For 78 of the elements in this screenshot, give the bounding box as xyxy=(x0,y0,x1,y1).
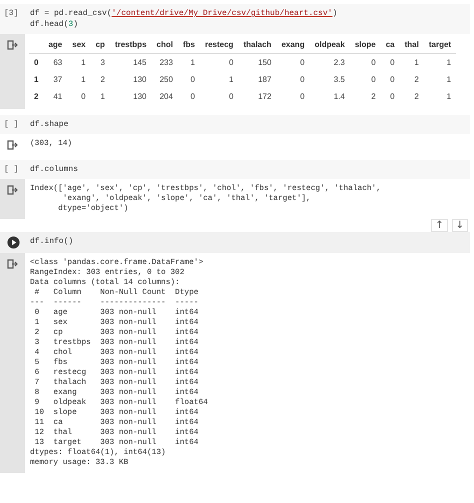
table-cell-text: 0 xyxy=(299,74,306,86)
code-cell[interactable]: [3] df = pd.read_csv('/content/drive/My Drive/csv/github/heart.csv') df.head(3) xyxy=(0,4,470,34)
table-cell-text: 2 xyxy=(413,91,420,103)
output-icon xyxy=(7,40,18,50)
execution-count: [ ] xyxy=(4,164,18,175)
table-cell: 1 xyxy=(178,54,200,71)
row-index: 1 xyxy=(33,74,40,86)
table-cell: 233 xyxy=(152,54,178,71)
table-cell: 3 xyxy=(90,54,110,71)
output-icon xyxy=(7,259,18,269)
table-cell: 2.3 xyxy=(310,54,350,71)
code-cell[interactable]: [ ] df.shape xyxy=(0,115,470,134)
code-line: df.columns xyxy=(30,164,78,175)
table-cell-text: 172 xyxy=(257,91,272,103)
run-button[interactable] xyxy=(7,236,20,249)
column-header: chol xyxy=(152,36,178,54)
code-line: df.info() xyxy=(30,236,74,247)
column-header: thal xyxy=(400,36,424,54)
column-header: exang xyxy=(276,36,310,54)
table-cell-text: 130 xyxy=(132,74,148,86)
table-cell-text: 0 xyxy=(190,91,196,103)
table-cell-text: 0 xyxy=(80,91,87,103)
table-cell: 63 xyxy=(43,54,68,71)
move-cell-button[interactable]: ↓ xyxy=(452,219,468,232)
table-cell-text: 130 xyxy=(132,91,148,103)
table-cell: 1 xyxy=(424,54,456,71)
column-header: cp xyxy=(90,36,110,54)
code-cell[interactable]: [ ] df.columns xyxy=(0,160,470,179)
table-cell: 0 xyxy=(276,54,310,71)
table-cell-text: 3.5 xyxy=(332,74,346,86)
table-cell-text: 2 xyxy=(100,74,106,86)
table-cell-text: 41 xyxy=(52,91,64,103)
row-index: 0 xyxy=(29,54,44,71)
table-cell: 0 xyxy=(380,54,400,71)
table-cell-text: 1 xyxy=(446,74,452,86)
table-cell-text: 1 xyxy=(80,74,87,86)
table-cell-text: 0 xyxy=(389,91,396,103)
table-cell-text: 1.4 xyxy=(332,91,346,103)
column-header: sex xyxy=(67,36,91,54)
table-cell-text: 1 xyxy=(100,91,106,103)
output-icon xyxy=(7,140,18,150)
execution-count: [3] xyxy=(4,8,18,19)
column-header: age xyxy=(43,36,68,54)
move-cell-button[interactable]: ↑ xyxy=(431,219,448,232)
table-cell-text: 187 xyxy=(257,74,272,86)
table-cell-text: 2 xyxy=(413,74,420,86)
table-cell: 145 xyxy=(110,54,152,71)
code-cell[interactable]: df.info() xyxy=(0,232,470,253)
column-header: trestbps xyxy=(110,36,152,54)
table-cell-text: 1 xyxy=(446,91,452,103)
table-cell: 0 xyxy=(200,54,238,71)
table-cell-text: 0 xyxy=(190,74,196,86)
output-icon xyxy=(7,185,18,195)
execution-count: [ ] xyxy=(4,119,18,130)
table-cell-text: 2 xyxy=(370,91,377,103)
code-line: df = pd.read_csv('/content/drive/My Drive/csv/github/heart.csv') xyxy=(30,8,338,19)
column-header: fbs xyxy=(178,36,200,54)
column-header: ca xyxy=(380,36,400,54)
table-cell-text: 0 xyxy=(389,74,396,86)
table-cell-text: 204 xyxy=(158,91,174,103)
table-cell-text: 0 xyxy=(299,91,306,103)
table-cell: 150 xyxy=(238,54,276,71)
table-cell-text: 0 xyxy=(370,74,377,86)
code-line: df.head(3) xyxy=(30,19,80,30)
row-index: 2 xyxy=(33,91,40,103)
column-header: target xyxy=(424,36,456,54)
table-cell-text: 1 xyxy=(228,74,234,86)
table-cell: 1 xyxy=(400,54,424,71)
table-cell: 0 xyxy=(350,54,381,71)
table-cell-text: 37 xyxy=(52,74,64,86)
column-header: restecg xyxy=(200,36,238,54)
table-cell: 1 xyxy=(67,54,91,71)
column-header: thalach xyxy=(238,36,276,54)
table-cell-text: 250 xyxy=(158,74,174,86)
table-cell-text: 0 xyxy=(228,91,234,103)
code-line: df.shape xyxy=(30,119,68,130)
column-header: slope xyxy=(350,36,381,54)
column-header: oldpeak xyxy=(310,36,350,54)
